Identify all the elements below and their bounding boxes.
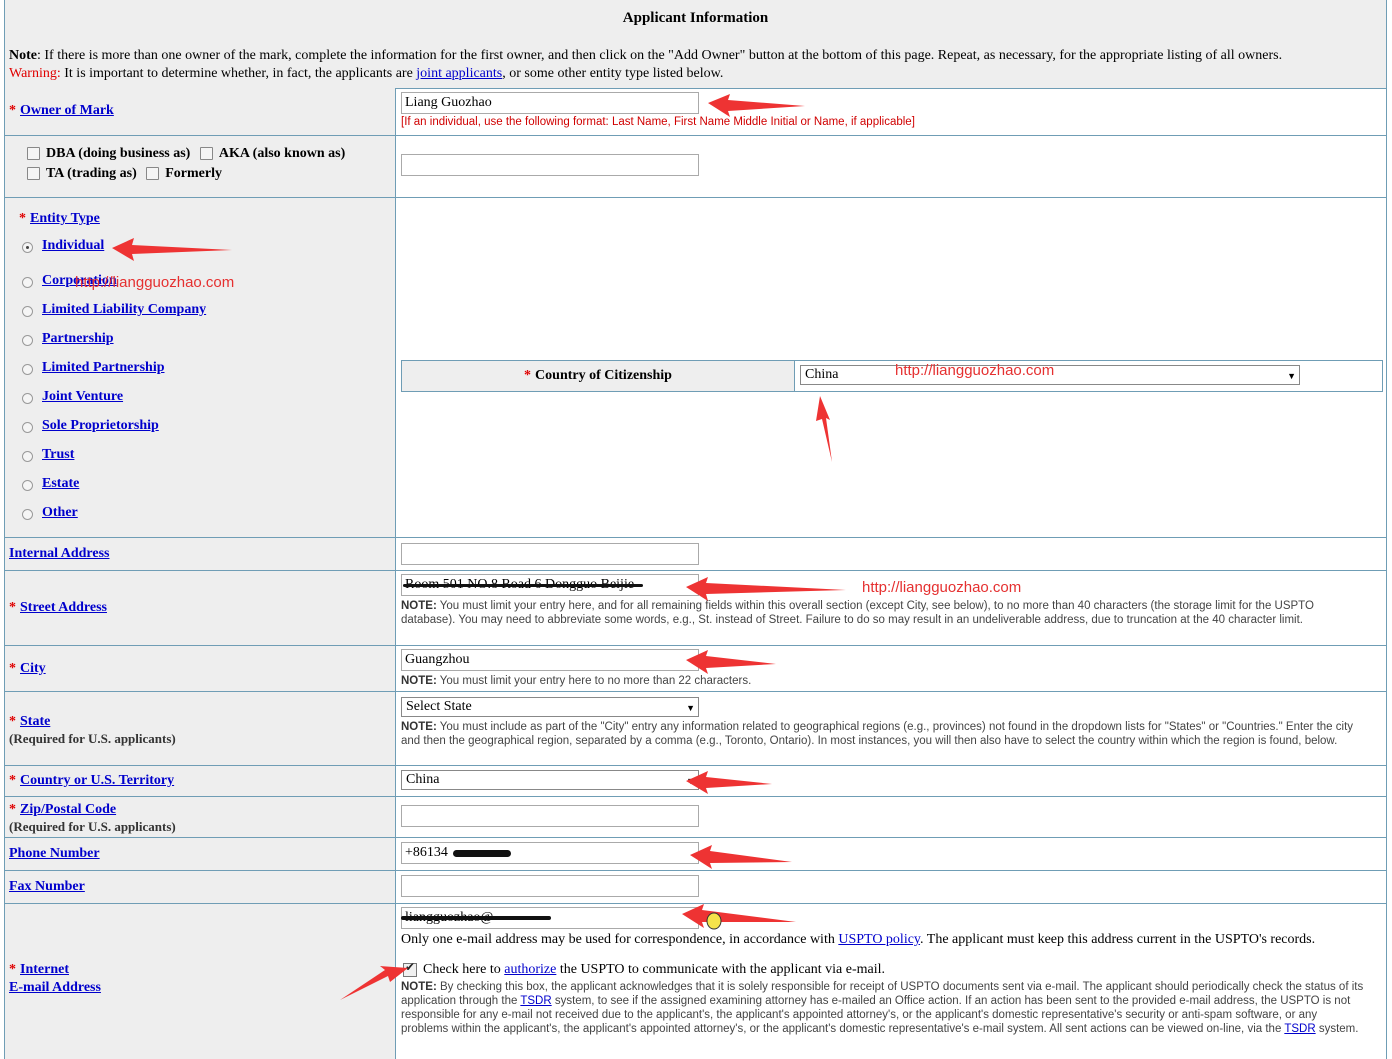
authorize-note: NOTE: By checking this box, the applican… (401, 981, 1364, 1035)
authorize-checkbox[interactable]: ✔ (403, 959, 417, 977)
fax-row: Fax Number (5, 871, 1386, 904)
entity-option-individual[interactable]: Individual (42, 238, 104, 254)
state-row: * State (Required for U.S. applicants) Se… (5, 692, 1386, 766)
phone-input[interactable]: +86134 (401, 842, 699, 864)
owner-input[interactable]: Liang Guozhao (401, 92, 699, 114)
authorize-link[interactable]: authorize (504, 962, 556, 977)
entity-type-link[interactable]: Entity Type (30, 211, 100, 226)
citizenship-label: Country of Citizenship (535, 368, 672, 383)
owner-row: * Owner of Mark Liang Guozhao [If an indi… (5, 88, 1386, 136)
entity-radio-limited-partnership[interactable] (22, 364, 33, 375)
entity-radio-joint-venture[interactable] (22, 393, 33, 404)
ta-checkbox[interactable] (27, 167, 40, 181)
redaction-scribble (453, 850, 511, 857)
email-row: *Internet E-mail Address liangguozhao@ O… (5, 904, 1386, 1059)
header-note: Note: If there is more than one owner of… (9, 48, 1283, 63)
citizenship-box: * Country of Citizenship China ▼ (401, 360, 1383, 392)
fax-input[interactable] (401, 875, 699, 897)
country-row: * Country or U.S. Territory China ▼ (5, 766, 1386, 797)
phone-link[interactable]: Phone Number (9, 846, 100, 861)
country-select[interactable]: China ▼ (401, 770, 699, 790)
street-note: NOTE: You must limit your entry here, an… (401, 600, 1314, 626)
watermark-text: http://liangguozhao.com (895, 362, 1055, 379)
entity-option-partnership[interactable]: Partnership (42, 331, 114, 347)
uspto-policy-link[interactable]: USPTO policy (838, 932, 920, 947)
aka-label: AKA (also known as) (218, 146, 346, 161)
entity-option-limited-liability-company[interactable]: Limited Liability Company (42, 302, 206, 318)
city-link[interactable]: City (20, 661, 46, 676)
tsdr-link-1[interactable]: TSDR (520, 995, 551, 1007)
entity-radio-individual[interactable] (22, 242, 33, 253)
city-input[interactable]: Guangzhou (401, 649, 699, 671)
zip-link[interactable]: Zip/Postal Code (20, 802, 116, 817)
joint-applicants-link[interactable]: joint applicants (416, 66, 502, 81)
formerly-checkbox[interactable] (146, 167, 160, 181)
entity-radio-limited-liability-company[interactable] (22, 306, 33, 317)
entity-radio-trust[interactable] (22, 451, 33, 462)
entity-radio-partnership[interactable] (22, 335, 33, 346)
country-link[interactable]: Country or U.S. Territory (20, 773, 174, 788)
state-sub: (Required for U.S. applicants) (9, 731, 176, 746)
entity-radio-sole-proprietorship[interactable] (22, 422, 33, 433)
email-note: Only one e-mail address may be used for … (401, 932, 1316, 947)
internal-address-link[interactable]: Internal Address (9, 546, 109, 561)
entity-radio-estate[interactable] (22, 480, 33, 491)
street-row: *Street Address Room 501 NO.8 Road 6 Don… (5, 571, 1386, 646)
dba-label: DBA (doing business as) (46, 146, 191, 161)
city-note: NOTE: You must limit your entry here to … (401, 675, 752, 687)
alias-row: DBA (doing business as) AKA (also known … (5, 136, 1386, 198)
fax-link[interactable]: Fax Number (9, 879, 85, 894)
entity-option-estate[interactable]: Estate (42, 476, 79, 492)
state-link[interactable]: State (20, 714, 50, 729)
city-row: * City Guangzhou NOTE: You must limit you… (5, 646, 1386, 692)
zip-sub: (Required for U.S. applicants) (9, 819, 176, 834)
state-note: NOTE: You must include as part of the "C… (401, 721, 1354, 747)
watermark-text: http://liangguozhao.com (862, 579, 1022, 596)
phone-row: Phone Number +86134 (5, 838, 1386, 871)
redaction-scribble (403, 584, 643, 587)
entity-option-limited-partnership[interactable]: Limited Partnership (42, 360, 165, 376)
entity-option-sole-proprietorship[interactable]: Sole Proprietorship (42, 418, 159, 434)
entity-row: * Entity Type Individual Corporation Limite… (5, 198, 1386, 538)
internet-link[interactable]: Internet (20, 962, 69, 977)
tsdr-link-2[interactable]: TSDR (1284, 1023, 1315, 1035)
entity-radio-corporation[interactable] (22, 277, 33, 288)
applicant-header: Applicant Information Note: If there is … (5, 0, 1386, 89)
check-icon: ✔ (405, 959, 416, 974)
state-select[interactable]: Select State ▼ (401, 697, 699, 717)
authorize-line: ✔ Check here to authorize the USPTO to co… (403, 959, 886, 977)
internal-address-row: Internal Address (5, 538, 1386, 571)
dba-checkbox[interactable] (27, 147, 40, 161)
header-warning: Warning: It is important to determine wh… (9, 66, 724, 81)
entity-option-other[interactable]: Other (42, 505, 78, 521)
zip-input[interactable] (401, 805, 699, 827)
redaction-scribble (401, 916, 551, 920)
section-title: Applicant Information (622, 10, 769, 26)
zip-row: * Zip/Postal Code (Required for U.S. appl… (5, 797, 1386, 838)
watermark-text: http://liangguozhao.com (75, 274, 235, 291)
ta-label: TA (trading as) (46, 166, 137, 181)
entity-option-trust[interactable]: Trust (42, 447, 74, 463)
internal-address-input[interactable] (401, 543, 699, 565)
entity-radio-other[interactable] (22, 509, 33, 520)
aka-checkbox[interactable] (199, 147, 213, 161)
entity-option-joint-venture[interactable]: Joint Venture (42, 389, 123, 405)
email-address-link[interactable]: E-mail Address (9, 980, 101, 995)
owner-hint: [If an individual, use the following for… (401, 116, 915, 128)
formerly-label: Formerly (165, 166, 222, 181)
owner-of-mark-link[interactable]: Owner of Mark (20, 103, 114, 118)
alias-input[interactable] (401, 154, 699, 176)
street-address-link[interactable]: Street Address (20, 600, 107, 615)
